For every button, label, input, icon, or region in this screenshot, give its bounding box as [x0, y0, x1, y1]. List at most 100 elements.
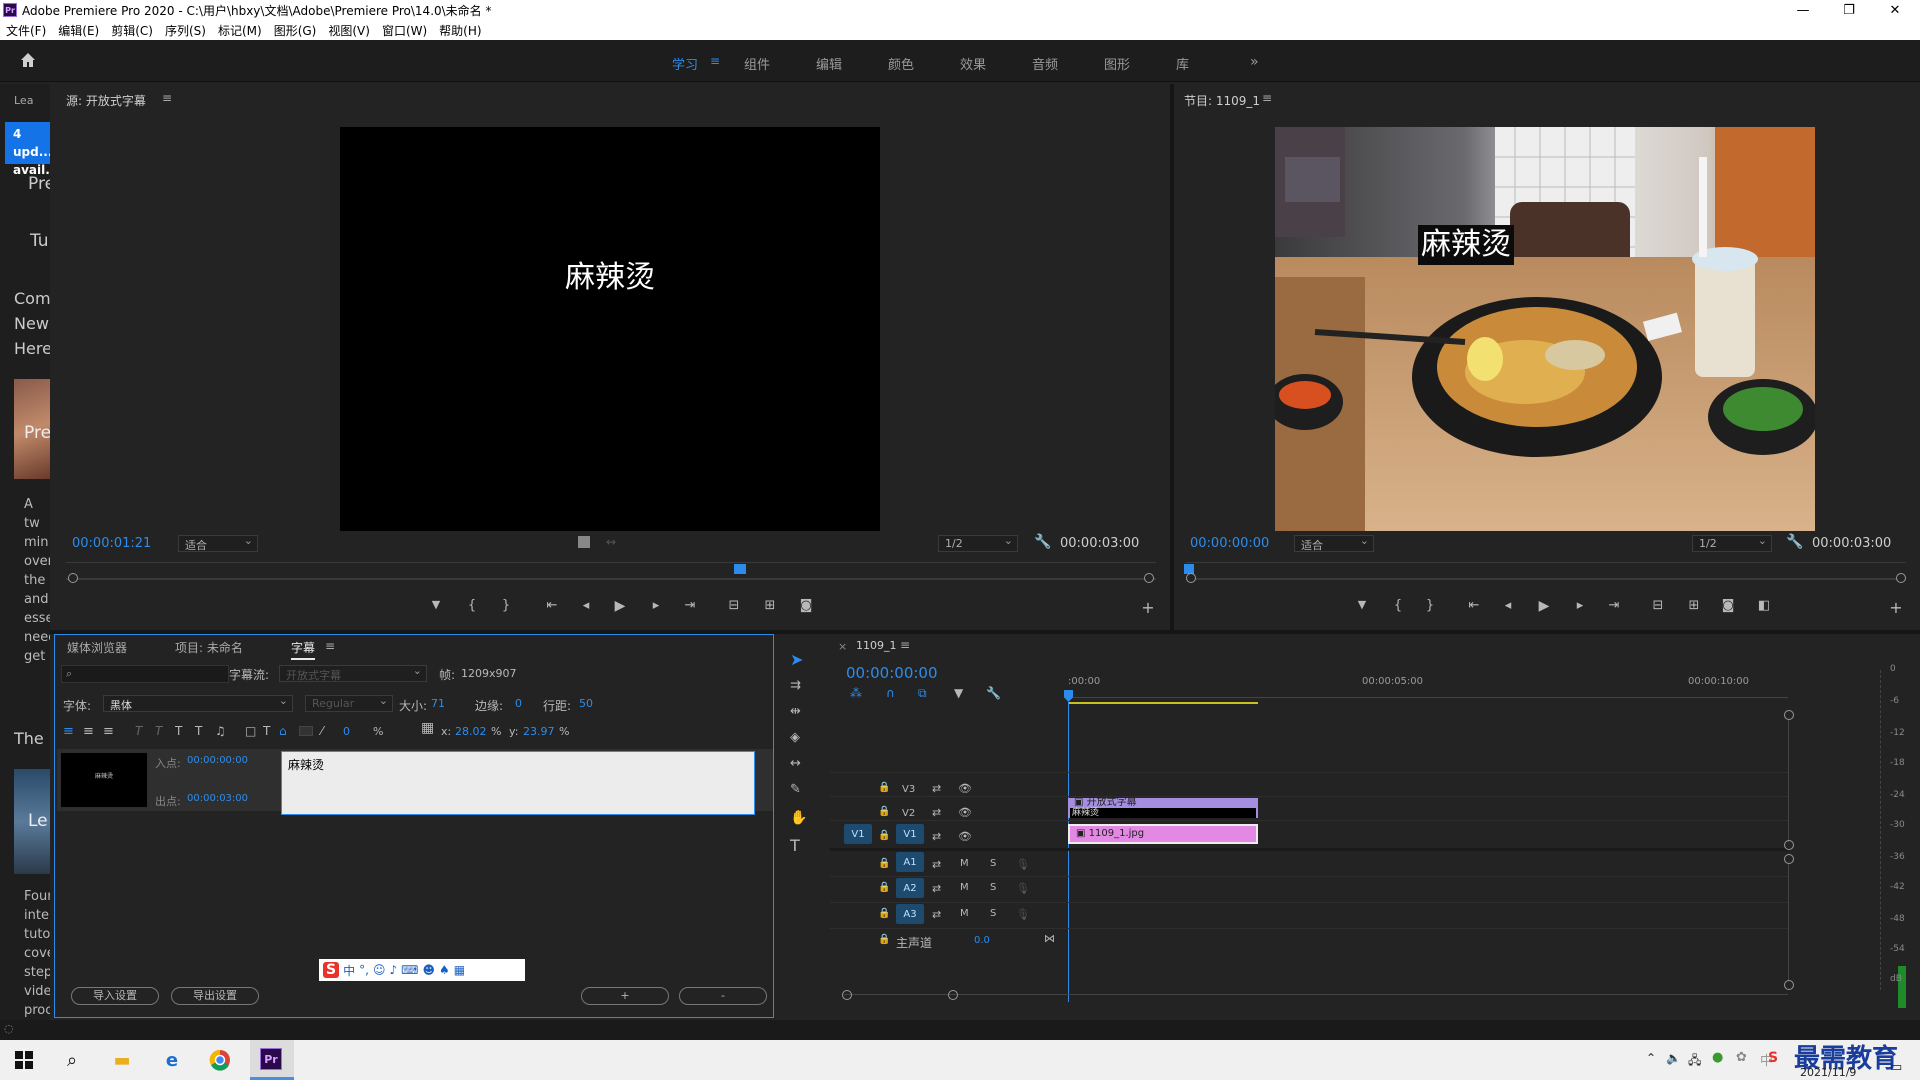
audio-track-scrollbar[interactable]: [1788, 864, 1789, 980]
program-monitor-title[interactable]: 节目: 1109_1: [1184, 92, 1260, 109]
workspace-learn[interactable]: 学习: [672, 54, 698, 73]
caption-text-field[interactable]: 麻辣烫: [281, 751, 755, 815]
step-back-icon[interactable]: ◂: [1498, 598, 1518, 613]
mark-in-icon[interactable]: {: [462, 598, 482, 613]
source-zoom-bar[interactable]: [66, 578, 1156, 580]
tray-app-icon[interactable]: ✿: [1736, 1050, 1747, 1065]
workspace-more-icon[interactable]: »: [1250, 54, 1259, 70]
master-volume-value[interactable]: 0.0: [974, 935, 990, 946]
menu-sequence[interactable]: 序列(S): [165, 22, 206, 39]
workspace-graphics[interactable]: 图形: [1104, 54, 1130, 73]
menu-graphics[interactable]: 图形(G): [274, 22, 317, 39]
workspace-editing[interactable]: 编辑: [816, 54, 842, 73]
track-label-a2[interactable]: A2: [896, 878, 924, 898]
lock-icon[interactable]: 🔒: [878, 782, 890, 793]
play-icon[interactable]: ▶: [610, 598, 630, 614]
remove-caption-button[interactable]: -: [679, 987, 767, 1005]
microphone-icon[interactable]: 🎙: [1016, 858, 1030, 871]
menu-view[interactable]: 视图(V): [328, 22, 370, 39]
timeline-settings-icon[interactable]: 🔧: [986, 686, 1001, 700]
track-label-v3[interactable]: V3: [902, 784, 915, 795]
windows-start-icon[interactable]: [10, 1046, 38, 1074]
underline-t-icon[interactable]: T: [175, 724, 182, 738]
program-zoom-bar[interactable]: [1186, 578, 1906, 580]
wrench-icon[interactable]: 🔧: [1786, 534, 1803, 550]
solo-button[interactable]: S: [990, 908, 996, 919]
step-forward-icon[interactable]: ▸: [1570, 598, 1590, 613]
mark-out-icon[interactable]: }: [1420, 598, 1440, 613]
edge-value[interactable]: 0: [515, 697, 522, 710]
caption-search-input[interactable]: ⌕: [61, 665, 229, 683]
sync-lock-icon[interactable]: ⇄: [932, 858, 941, 871]
keyboard-icon[interactable]: ⌨: [401, 963, 418, 977]
opacity-value[interactable]: 0: [343, 725, 350, 738]
nest-icon[interactable]: ⁂: [850, 686, 862, 700]
track-select-tool-icon[interactable]: ⇉: [790, 678, 801, 693]
scroll-handle[interactable]: [1784, 710, 1794, 720]
leading-value[interactable]: 50: [579, 697, 593, 710]
menu-window[interactable]: 窗口(W): [382, 22, 427, 39]
tray-app-icon[interactable]: ●: [1712, 1050, 1723, 1065]
scroll-handle[interactable]: [1784, 840, 1794, 850]
lock-icon[interactable]: 🔒: [878, 806, 890, 817]
tab-project[interactable]: 项目: 未命名: [175, 639, 243, 656]
button-editor-icon[interactable]: +: [1138, 598, 1158, 617]
source-timecode[interactable]: 00:00:01:21: [72, 536, 151, 551]
caption-stream-dropdown[interactable]: 开放式字幕: [279, 664, 427, 682]
scroll-handle[interactable]: [948, 990, 958, 1000]
add-caption-button[interactable]: +: [581, 987, 669, 1005]
track-label-a1[interactable]: A1: [896, 852, 924, 872]
menu-clip[interactable]: 剪辑(C): [111, 22, 153, 39]
mark-in-icon[interactable]: {: [1388, 598, 1408, 613]
work-area-bar[interactable]: [1068, 702, 1258, 704]
workspace-libraries[interactable]: 库: [1176, 54, 1189, 73]
align-center-icon[interactable]: ≡: [83, 724, 94, 739]
timeline-playhead-head[interactable]: [1064, 690, 1073, 702]
go-to-in-icon[interactable]: ⇤: [542, 598, 562, 613]
solo-button[interactable]: S: [990, 858, 996, 869]
insert-icon[interactable]: ⊟: [724, 598, 744, 613]
workspace-color[interactable]: 颜色: [888, 54, 914, 73]
export-settings-button[interactable]: 导出设置: [171, 987, 259, 1005]
sogou-tray-icon[interactable]: S: [1768, 1050, 1778, 1066]
button-editor-icon[interactable]: +: [1886, 598, 1906, 617]
music-note-icon[interactable]: ♫: [215, 724, 226, 738]
mute-button[interactable]: M: [960, 882, 969, 893]
panel-menu-icon[interactable]: ≡: [162, 91, 172, 105]
comparison-view-icon[interactable]: ◧: [1754, 598, 1774, 613]
mark-out-icon[interactable]: }: [496, 598, 516, 613]
workspace-effects[interactable]: 效果: [960, 54, 986, 73]
font-style-dropdown[interactable]: Regular: [305, 694, 393, 712]
tutorial-thumbnail[interactable]: Le: [14, 769, 50, 874]
program-video-frame[interactable]: 麻辣烫: [1275, 127, 1815, 531]
source-resolution-dropdown[interactable]: 1/2: [938, 534, 1018, 552]
learn-tab[interactable]: Lea: [14, 94, 33, 107]
chrome-icon[interactable]: [206, 1046, 234, 1074]
emoji-icon[interactable]: ☺: [373, 963, 386, 977]
mute-button[interactable]: M: [960, 908, 969, 919]
lock-icon[interactable]: 🔒: [878, 934, 890, 945]
italic-t-icon[interactable]: T: [135, 724, 142, 738]
source-video-frame[interactable]: 麻辣烫: [340, 127, 880, 531]
lock-icon[interactable]: 🔒: [878, 908, 890, 919]
ime-mode-label[interactable]: 中: [343, 962, 355, 979]
track-label-v1[interactable]: V1: [896, 824, 924, 844]
panel-menu-icon[interactable]: ≡: [325, 639, 335, 653]
background-box-icon[interactable]: □: [245, 724, 256, 738]
solo-button[interactable]: S: [990, 882, 996, 893]
play-icon[interactable]: ▶: [1534, 598, 1554, 614]
eye-icon[interactable]: 👁: [958, 782, 972, 795]
timeline-timecode[interactable]: 00:00:00:00: [846, 664, 938, 682]
program-fit-dropdown[interactable]: 适合: [1294, 534, 1374, 552]
minimize-button[interactable]: —: [1780, 0, 1826, 20]
panel-menu-icon[interactable]: ≡: [900, 638, 910, 652]
timeline-marker-icon[interactable]: ▼: [954, 686, 963, 700]
export-frame-icon[interactable]: ◙: [796, 598, 816, 613]
go-to-out-icon[interactable]: ⇥: [680, 598, 700, 613]
razor-tool-icon[interactable]: ◈: [790, 730, 800, 745]
in-point-value[interactable]: 00:00:00:00: [187, 755, 248, 766]
home-icon[interactable]: [18, 50, 38, 70]
panel-menu-icon[interactable]: ≡: [1262, 91, 1272, 105]
microphone-icon[interactable]: 🎙: [1016, 908, 1030, 921]
lift-icon[interactable]: ⊟: [1648, 598, 1668, 613]
